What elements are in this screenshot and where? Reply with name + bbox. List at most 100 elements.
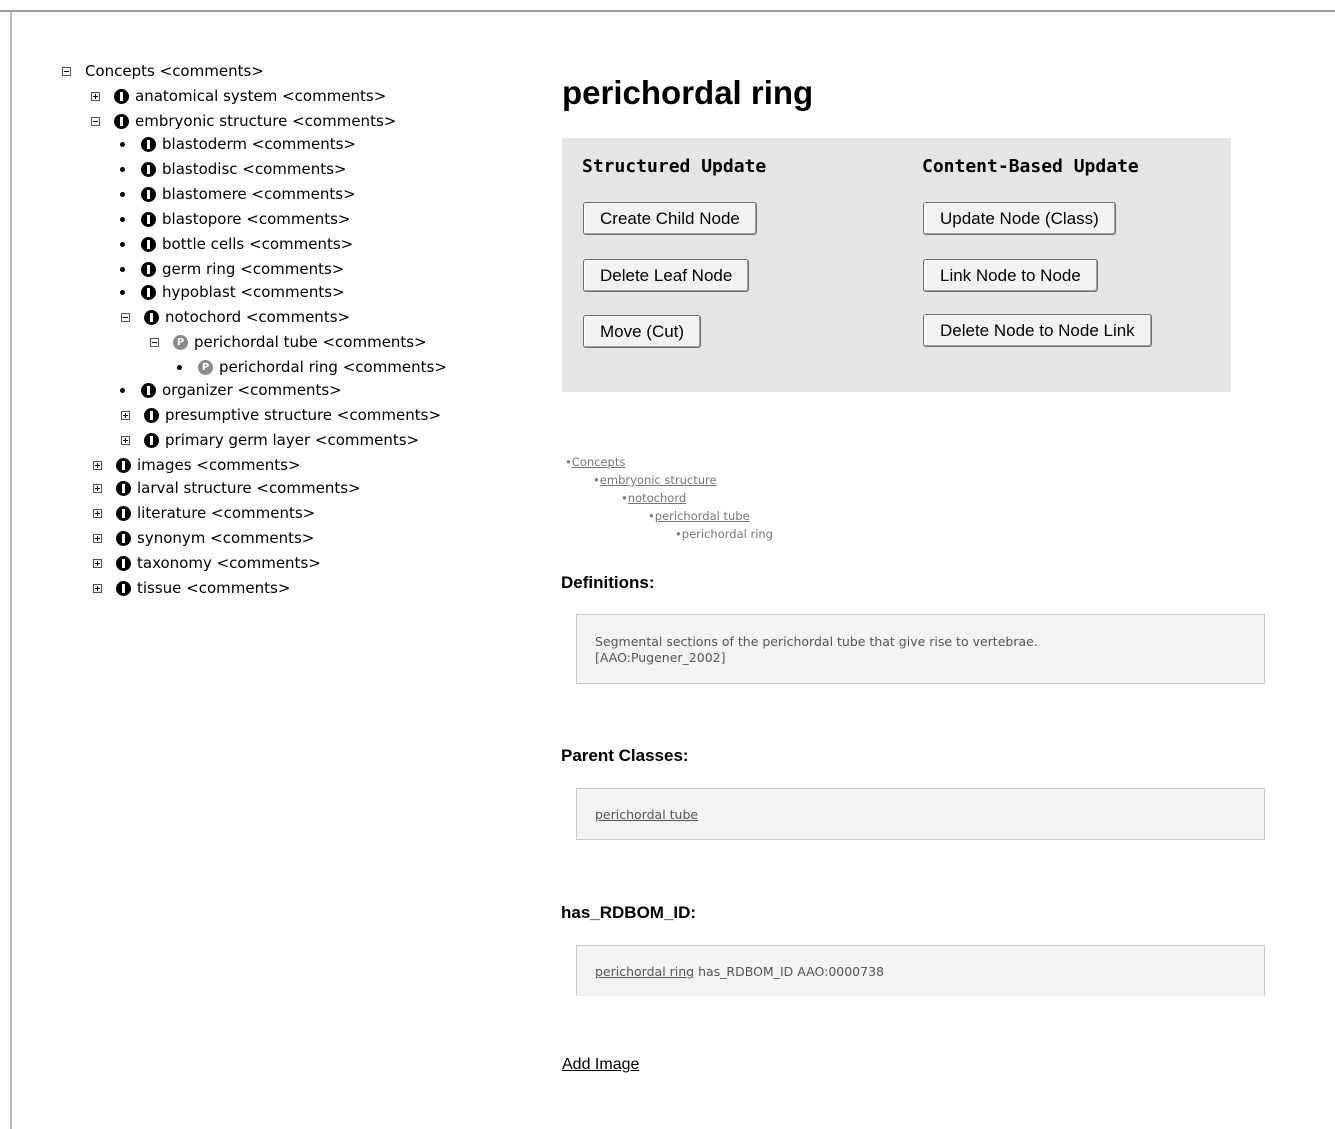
class-icon (141, 382, 156, 398)
tree-item[interactable]: germ ring <comments> (117, 258, 344, 280)
collapse-icon[interactable] (91, 116, 100, 126)
window-left-border (10, 12, 12, 1129)
breadcrumb-item[interactable]: •perichordal tube (648, 509, 750, 524)
tree-label[interactable]: germ ring <comments> (162, 258, 344, 280)
rdbom-box: perichordal ring has_RDBOM_ID AAO:000073… (576, 945, 1265, 996)
tree-label[interactable]: literature <comments> (137, 502, 315, 524)
expand-icon[interactable] (121, 435, 130, 445)
tree-item[interactable]: bottle cells <comments> (117, 233, 353, 255)
tree-root[interactable]: Concepts <comments> (62, 60, 264, 82)
collapse-icon[interactable] (150, 337, 159, 347)
leaf-bullet-icon (120, 191, 125, 197)
expand-icon[interactable] (91, 91, 100, 101)
breadcrumb-link[interactable]: perichordal tube (655, 509, 750, 523)
tree-label[interactable]: Concepts <comments> (85, 60, 264, 82)
expand-icon[interactable] (93, 508, 102, 518)
delete-leaf-node-button[interactable]: Delete Leaf Node (583, 259, 750, 292)
expand-icon[interactable] (93, 483, 102, 493)
tree-item[interactable]: organizer <comments> (117, 379, 342, 401)
class-icon (141, 136, 156, 152)
tree-label[interactable]: embryonic structure <comments> (135, 110, 396, 132)
definition-source: [AAO:Pugener_2002] (595, 650, 726, 665)
expand-icon[interactable] (121, 410, 130, 420)
tree-label[interactable]: perichordal ring <comments> (219, 356, 447, 378)
tree-label[interactable]: primary germ layer <comments> (165, 429, 419, 451)
tree-label[interactable]: taxonomy <comments> (137, 552, 321, 574)
tree-item-selected[interactable]: P perichordal ring <comments> (174, 356, 447, 378)
leaf-bullet-icon (120, 289, 125, 295)
tree-label[interactable]: perichordal tube <comments> (194, 331, 427, 353)
tree-item[interactable]: hypoblast <comments> (117, 281, 345, 303)
definition-text: Segmental sections of the perichordal tu… (595, 634, 1038, 649)
breadcrumb-item[interactable]: •notochord (621, 491, 686, 506)
tree-label[interactable]: blastopore <comments> (162, 208, 351, 230)
tree-item[interactable]: blastodisc <comments> (117, 158, 347, 180)
tree-label[interactable]: synonym <comments> (137, 527, 314, 549)
tree-label[interactable]: notochord <comments> (165, 306, 350, 328)
breadcrumb-link[interactable]: Concepts (572, 455, 626, 469)
add-image-link[interactable]: Add Image (562, 1056, 639, 1074)
tree-label[interactable]: anatomical system <comments> (135, 85, 386, 107)
collapse-icon[interactable] (121, 312, 130, 322)
tree-item[interactable]: synonym <comments> (93, 527, 314, 549)
definitions-heading: Definitions: (561, 573, 655, 592)
class-icon (144, 432, 159, 448)
leaf-bullet-icon (120, 241, 125, 247)
page-title: perichordal ring (562, 74, 814, 111)
tree-item[interactable]: notochord <comments> (121, 306, 350, 328)
tree-item[interactable]: larval structure <comments> (93, 477, 361, 499)
tree-item[interactable]: primary germ layer <comments> (121, 429, 419, 451)
tree-label[interactable]: hypoblast <comments> (162, 281, 345, 303)
tree-label[interactable]: tissue <comments> (137, 577, 290, 599)
tree-item[interactable]: presumptive structure <comments> (121, 404, 441, 426)
tree-item[interactable]: embryonic structure <comments> (91, 110, 396, 132)
parent-class-link[interactable]: perichordal tube (595, 807, 698, 822)
expand-icon[interactable] (93, 583, 102, 593)
create-child-node-button[interactable]: Create Child Node (583, 202, 757, 235)
collapse-icon[interactable] (62, 66, 71, 76)
content-update-heading: Content-Based Update (922, 156, 1139, 177)
expand-icon[interactable] (93, 558, 102, 568)
move-cut-button[interactable]: Move (Cut) (583, 315, 702, 348)
breadcrumb-item[interactable]: •embryonic structure (593, 473, 717, 488)
tree-label[interactable]: bottle cells <comments> (162, 233, 353, 255)
definitions-box: Segmental sections of the perichordal tu… (576, 614, 1265, 684)
breadcrumb-item[interactable]: •Concepts (565, 455, 625, 470)
breadcrumb-link[interactable]: embryonic structure (600, 473, 717, 487)
tree-item[interactable]: blastopore <comments> (117, 208, 351, 230)
class-icon (116, 555, 131, 571)
class-icon (116, 530, 131, 546)
class-icon (144, 309, 159, 325)
tree-item[interactable]: images <comments> (93, 454, 301, 476)
tree-label[interactable]: larval structure <comments> (137, 477, 361, 499)
class-icon (141, 284, 156, 300)
delete-node-link-button[interactable]: Delete Node to Node Link (923, 314, 1152, 347)
expand-icon[interactable] (93, 460, 102, 470)
tree-item[interactable]: P perichordal tube <comments> (150, 331, 427, 353)
leaf-bullet-icon (120, 387, 125, 393)
tree-item[interactable]: taxonomy <comments> (93, 552, 321, 574)
breadcrumb-link[interactable]: notochord (628, 491, 686, 505)
tree-item[interactable]: blastoderm <comments> (117, 133, 356, 155)
class-icon (141, 161, 156, 177)
tree-item[interactable]: anatomical system <comments> (91, 85, 386, 107)
class-icon (116, 505, 131, 521)
tree-label[interactable]: blastomere <comments> (162, 183, 356, 205)
tree-label[interactable]: blastoderm <comments> (162, 133, 356, 155)
tree-label[interactable]: blastodisc <comments> (162, 158, 347, 180)
class-icon (141, 261, 156, 277)
tree-label[interactable]: organizer <comments> (162, 379, 342, 401)
rdbom-value: has_RDBOM_ID AAO:0000738 (694, 964, 884, 979)
tree-item[interactable]: literature <comments> (93, 502, 315, 524)
expand-icon[interactable] (93, 533, 102, 543)
tree-item[interactable]: tissue <comments> (93, 577, 290, 599)
tree-label[interactable]: images <comments> (137, 454, 301, 476)
class-icon (141, 186, 156, 202)
class-icon (116, 580, 131, 596)
update-node-class-button[interactable]: Update Node (Class) (923, 202, 1116, 235)
link-node-to-node-button[interactable]: Link Node to Node (923, 259, 1098, 292)
rdbom-subject-link[interactable]: perichordal ring (595, 964, 694, 979)
class-icon (116, 480, 131, 496)
tree-label[interactable]: presumptive structure <comments> (165, 404, 441, 426)
tree-item[interactable]: blastomere <comments> (117, 183, 356, 205)
